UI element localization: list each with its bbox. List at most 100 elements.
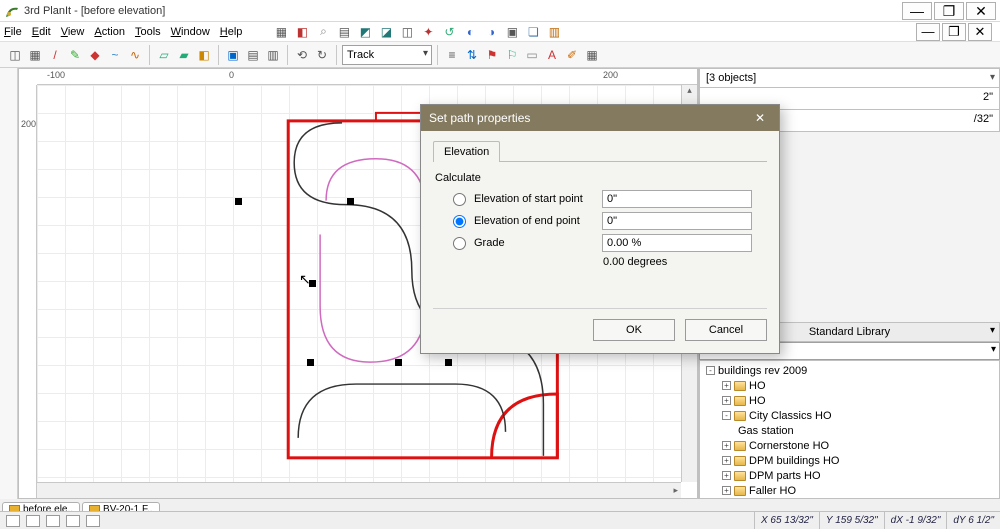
expander-icon[interactable]: + [722,471,731,480]
tool-icon-3[interactable]: ⌕ [314,23,332,41]
selection-handle[interactable] [235,198,242,205]
tb2-icon-23[interactable]: ▦ [583,46,601,64]
tool-icon-1[interactable]: ▦ [272,23,290,41]
menu-file[interactable]: File [4,26,22,38]
maximize-button[interactable]: ❐ [934,2,964,20]
tb2-icon-1[interactable]: ◫ [6,46,24,64]
tree-node[interactable]: +DPM buildings HO [702,453,997,468]
radio-end[interactable] [453,215,466,228]
lib-dropdown-icon[interactable]: ▾ [990,325,995,336]
expander-icon[interactable]: + [722,396,731,405]
tool-icon-14[interactable]: ▥ [545,23,563,41]
selection-handle[interactable] [445,359,452,366]
tb2-icon-5[interactable]: ◆ [86,46,104,64]
mdi-close[interactable]: ✕ [968,23,992,41]
tool-icon-5[interactable]: ◩ [356,23,374,41]
tb2-icon-6[interactable]: ~ [106,46,124,64]
dialog-close-icon[interactable]: ✕ [749,111,771,125]
tool-icon-13[interactable]: ❏ [524,23,542,41]
tool-icon-7[interactable]: ◫ [398,23,416,41]
status-icon[interactable] [46,515,60,527]
expander-icon[interactable]: - [706,366,715,375]
tb2-icon-4[interactable]: ✎ [66,46,84,64]
tree-node[interactable]: +Faller HO 3D [702,498,997,499]
cancel-button[interactable]: Cancel [685,319,767,341]
input-end[interactable]: 0" [602,212,752,230]
selection-handle[interactable] [307,359,314,366]
tool-icon-11[interactable]: ◑ [482,23,500,41]
menu-help[interactable]: Help [220,26,243,38]
track-dropdown[interactable]: Track [342,45,432,65]
degrees-text: 0.00 degrees [603,256,767,268]
menu-window[interactable]: Window [171,26,210,38]
tb2-icon-16[interactable]: ≡ [443,46,461,64]
mdi-minimize[interactable]: — [916,23,940,41]
menu-tools[interactable]: Tools [135,26,161,38]
radio-grade[interactable] [453,237,466,250]
tb2-icon-9[interactable]: ▰ [175,46,193,64]
selection-handle[interactable] [309,280,316,287]
tb2-icon-7[interactable]: ∿ [126,46,144,64]
menu-view[interactable]: View [61,26,85,38]
tree-node[interactable]: -City Classics HO [702,408,997,423]
ok-button[interactable]: OK [593,319,675,341]
tb2-icon-2[interactable]: ▦ [26,46,44,64]
tb2-icon-22[interactable]: ✐ [563,46,581,64]
status-icon[interactable] [86,515,100,527]
objects-row-text: /32" [974,113,993,125]
status-left-icons [0,515,754,527]
tree-node[interactable]: +HO [702,393,997,408]
tree-node[interactable]: +DPM parts HO [702,468,997,483]
tb2-icon-17[interactable]: ⇅ [463,46,481,64]
tree-node[interactable]: +Cornerstone HO [702,438,997,453]
expander-icon[interactable]: + [722,381,731,390]
menu-edit[interactable]: Edit [32,26,51,38]
tool-icon-12[interactable]: ▣ [503,23,521,41]
mdi-restore[interactable]: ❐ [942,23,966,41]
dialog-title-bar[interactable]: Set path properties ✕ [421,105,779,131]
expander-icon[interactable]: + [722,441,731,450]
tree-node[interactable]: +HO [702,378,997,393]
folder-icon [734,456,746,466]
objects-header[interactable]: [3 objects] [699,68,1000,88]
tool-icon-2[interactable]: ◧ [293,23,311,41]
tree-node[interactable]: Gas station [702,423,997,438]
tab-elevation[interactable]: Elevation [433,141,500,162]
expander-icon[interactable]: - [722,411,731,420]
tool-icon-10[interactable]: ◐ [461,23,479,41]
expander-icon[interactable]: + [722,486,731,495]
tb2-icon-14[interactable]: ⟲ [293,46,311,64]
menu-action[interactable]: Action [94,26,125,38]
tb2-icon-8[interactable]: ▱ [155,46,173,64]
tb2-icon-3[interactable]: / [46,46,64,64]
tb2-icon-20[interactable]: ▭ [523,46,541,64]
input-start[interactable]: 0" [602,190,752,208]
input-grade[interactable]: 0.00 % [602,234,752,252]
minimize-button[interactable]: — [902,2,932,20]
tool-icon-6[interactable]: ◪ [377,23,395,41]
radio-start[interactable] [453,193,466,206]
status-icon[interactable] [66,515,80,527]
status-icon[interactable] [26,515,40,527]
tb2-icon-11[interactable]: ▣ [224,46,242,64]
library-tree[interactable]: -buildings rev 2009+HO+HO-City Classics … [699,360,1000,499]
tool-icon-9[interactable]: ↺ [440,23,458,41]
selection-handle[interactable] [347,198,354,205]
expander-icon[interactable]: + [722,456,731,465]
tb2-icon-21[interactable]: A [543,46,561,64]
close-button[interactable]: ✕ [966,2,996,20]
tb2-icon-15[interactable]: ↻ [313,46,331,64]
tool-icon-8[interactable]: ✦ [419,23,437,41]
tree-node[interactable]: + Faller HO [702,483,997,498]
tb2-icon-13[interactable]: ▥ [264,46,282,64]
status-icon[interactable] [6,515,20,527]
tool-icon-4[interactable]: ▤ [335,23,353,41]
canvas-scroll-horizontal[interactable] [37,482,681,498]
tb2-icon-18[interactable]: ⚑ [483,46,501,64]
selection-handle[interactable] [395,359,402,366]
tree-node[interactable]: -buildings rev 2009 [702,363,997,378]
tb2-icon-19[interactable]: ⚐ [503,46,521,64]
tree-label: Faller HO [749,485,796,497]
tb2-icon-12[interactable]: ▤ [244,46,262,64]
tb2-icon-10[interactable]: ◧ [195,46,213,64]
